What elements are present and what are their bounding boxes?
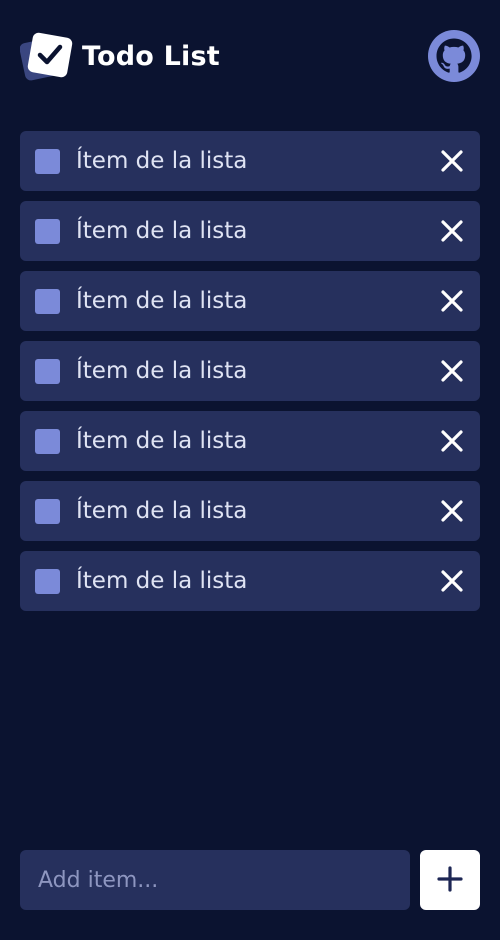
list-item: Ítem de la lista: [20, 201, 480, 261]
close-icon[interactable]: [438, 217, 466, 245]
list-item: Ítem de la lista: [20, 551, 480, 611]
item-label: Ítem de la lista: [76, 498, 248, 524]
close-icon[interactable]: [438, 147, 466, 175]
item-label: Ítem de la lista: [76, 568, 248, 594]
add-item-input[interactable]: [20, 850, 410, 910]
item-checkbox[interactable]: [35, 568, 60, 594]
close-icon[interactable]: [438, 497, 466, 525]
item-checkbox[interactable]: [35, 288, 60, 314]
item-label: Ítem de la lista: [76, 288, 248, 314]
item-checkbox[interactable]: [35, 358, 60, 384]
app-title: Todo List: [82, 40, 220, 72]
item-checkbox[interactable]: [35, 428, 60, 454]
header: Todo List: [19, 30, 480, 82]
list-item: Ítem de la lista: [20, 271, 480, 331]
checkbox-logo-icon: [19, 30, 76, 82]
brand: Todo List: [19, 30, 220, 82]
list-item: Ítem de la lista: [20, 131, 480, 191]
todo-list: Ítem de la lista Ítem de la lista Ítem d…: [20, 131, 480, 621]
close-icon[interactable]: [438, 567, 466, 595]
todo-app: Todo List Ítem de la lista Ítem de la li…: [0, 0, 500, 940]
item-checkbox[interactable]: [35, 218, 60, 244]
item-checkbox[interactable]: [35, 148, 60, 174]
item-label: Ítem de la lista: [76, 428, 248, 454]
add-item-bar: [20, 850, 480, 910]
github-icon[interactable]: [428, 30, 480, 82]
list-item: Ítem de la lista: [20, 411, 480, 471]
plus-icon: [437, 865, 463, 895]
close-icon[interactable]: [438, 427, 466, 455]
item-label: Ítem de la lista: [76, 218, 248, 244]
item-checkbox[interactable]: [35, 498, 60, 524]
add-item-button[interactable]: [420, 850, 480, 910]
list-item: Ítem de la lista: [20, 481, 480, 541]
list-item: Ítem de la lista: [20, 341, 480, 401]
close-icon[interactable]: [438, 287, 466, 315]
item-label: Ítem de la lista: [76, 358, 248, 384]
close-icon[interactable]: [438, 357, 466, 385]
item-label: Ítem de la lista: [76, 148, 248, 174]
